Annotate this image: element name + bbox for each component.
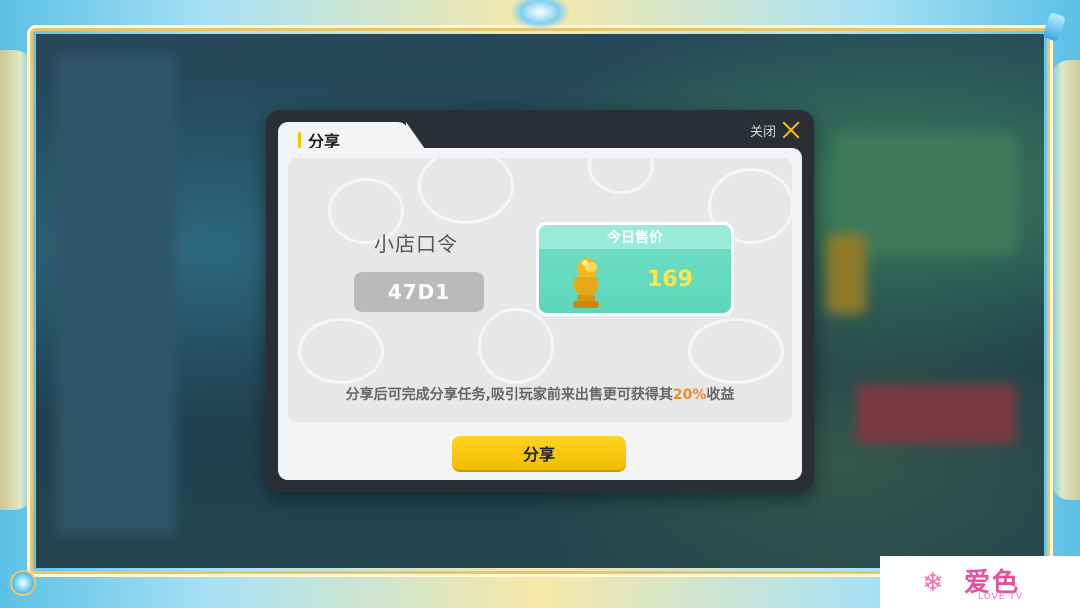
- watermark: ❄ 爱色 LOVE TV: [880, 556, 1080, 608]
- share-description: 分享后可完成分享任务,吸引玩家前来出售更可获得其20%收益: [288, 384, 792, 404]
- frame-ribbon-right: [1050, 60, 1080, 500]
- close-button[interactable]: 关闭: [750, 118, 800, 142]
- watermark-subtext: LOVE TV: [978, 592, 1023, 602]
- share-dialog: 分享 关闭 小店口令 47D1 今日售价 169 分享后可完成分享任务,吸引玩家…: [266, 110, 814, 492]
- doodle-shape: [298, 318, 384, 384]
- description-highlight: 20%: [672, 387, 707, 403]
- today-price-header: 今日售价: [539, 225, 731, 249]
- share-button[interactable]: 分享: [452, 436, 626, 470]
- doodle-shape: [588, 158, 654, 194]
- close-icon[interactable]: [782, 121, 800, 139]
- doodle-shape: [478, 308, 554, 384]
- close-label: 关闭: [749, 124, 776, 140]
- shop-code-title: 小店口令: [374, 232, 458, 256]
- doodle-shape: [418, 158, 514, 224]
- share-info-panel: 小店口令 47D1 今日售价 169 分享后可完成分享任务,吸引玩家前来出售更可…: [288, 158, 792, 422]
- shop-code-value[interactable]: 47D1: [354, 272, 484, 312]
- orb-icon: [10, 570, 36, 596]
- trophy-icon: [573, 258, 599, 308]
- snowflake-icon: ❄: [922, 568, 944, 598]
- description-text: 分享后可完成分享任务,吸引玩家前来出售更可获得其: [345, 387, 673, 403]
- doodle-shape: [688, 318, 784, 384]
- today-price-card: 今日售价 169: [536, 222, 734, 316]
- tab-accent-bar: [298, 132, 301, 148]
- today-price-value: 169: [647, 267, 693, 292]
- frame-ribbon-left: [0, 50, 34, 510]
- frame-crest-icon: [510, 0, 570, 30]
- description-suffix: 收益: [706, 387, 735, 403]
